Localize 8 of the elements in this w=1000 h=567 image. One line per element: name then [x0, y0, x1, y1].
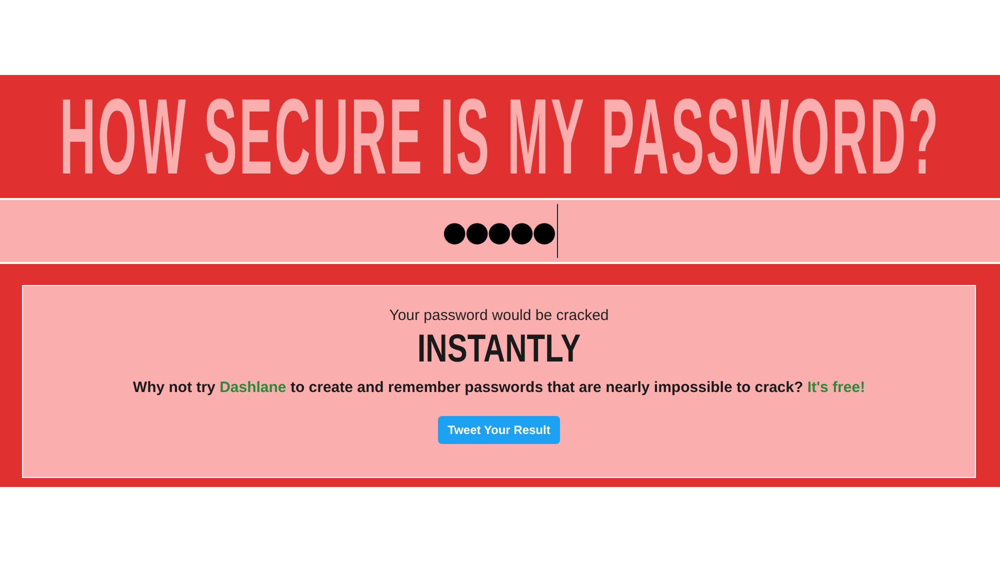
offer-sentence: Why not try Dashlane to create and remember passwords that are nearly impossible to crack? It's free! [132, 379, 866, 396]
crack-time: INSTANTLY [417, 328, 581, 372]
result-intro: Your password would be cracked [389, 307, 609, 324]
tweet-button[interactable]: Tweet Your Result [438, 416, 560, 444]
offer-link[interactable]: It's free! [807, 379, 866, 396]
password-field[interactable]: ●●●●● [0, 200, 1000, 262]
page-title: HOW SECURE IS MY PASSWORD? [60, 75, 940, 198]
offer-link[interactable]: Dashlane [220, 379, 286, 396]
